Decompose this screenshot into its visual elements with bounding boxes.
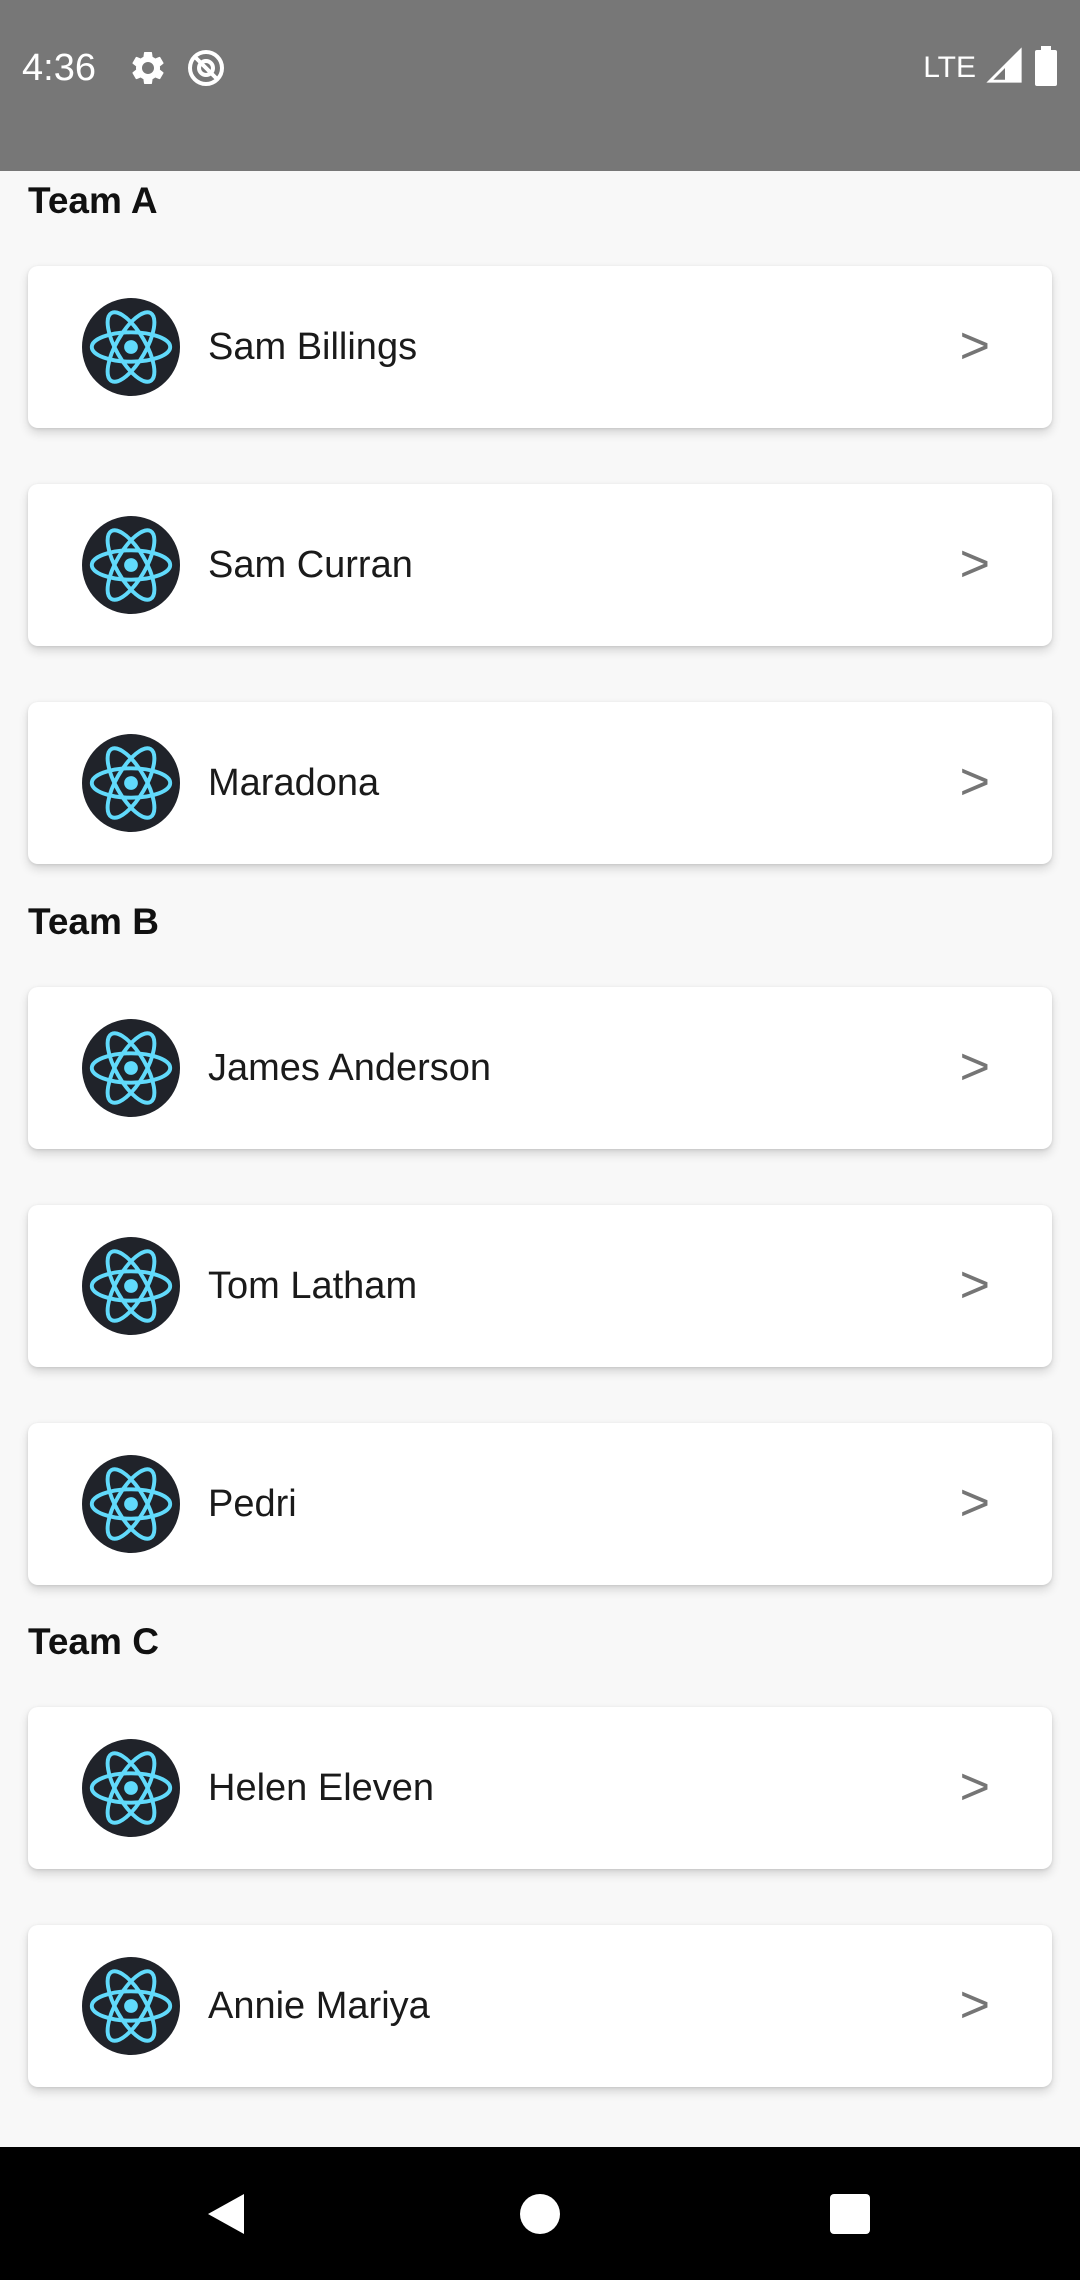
- chevron-right-icon: >: [959, 1038, 990, 1096]
- do-not-disturb-icon: [186, 48, 226, 88]
- back-button[interactable]: [146, 2147, 306, 2280]
- person-name: Sam Billings: [208, 326, 418, 368]
- list-item[interactable]: James Anderson >: [28, 987, 1052, 1149]
- section-title-team-a: Team A: [28, 180, 158, 221]
- chevron-right-icon: >: [959, 535, 990, 593]
- chevron-right-icon: >: [959, 317, 990, 375]
- person-name: Tom Latham: [208, 1265, 418, 1307]
- back-icon: [208, 2193, 244, 2234]
- list-item[interactable]: Maradona >: [28, 702, 1052, 864]
- chevron-right-icon: >: [959, 753, 990, 811]
- navigation-bar: [0, 2147, 1080, 2280]
- person-name: Helen Eleven: [208, 1767, 435, 1809]
- react-logo-icon: [82, 298, 180, 396]
- signal-icon: [986, 46, 1024, 90]
- list-item[interactable]: Tom Latham >: [28, 1205, 1052, 1367]
- chevron-right-icon: >: [959, 1758, 990, 1816]
- gear-icon: [128, 48, 168, 88]
- section-title-team-c: Team C: [28, 1621, 159, 1662]
- recents-icon: [830, 2193, 870, 2234]
- chevron-right-icon: >: [959, 1256, 990, 1314]
- list-item[interactable]: Sam Curran >: [28, 484, 1052, 646]
- status-time: 4:36: [22, 47, 96, 89]
- list-item[interactable]: Pedri >: [28, 1423, 1052, 1585]
- section-title-team-b: Team B: [28, 901, 159, 942]
- react-logo-icon: [82, 1739, 180, 1837]
- status-right-group: LTE: [923, 45, 1058, 91]
- chevron-right-icon: >: [959, 1474, 990, 1532]
- react-logo-icon: [82, 1237, 180, 1335]
- react-logo-icon: [82, 516, 180, 614]
- react-logo-icon: [82, 1019, 180, 1117]
- home-icon: [520, 2193, 560, 2234]
- network-type: LTE: [923, 51, 976, 84]
- react-logo-icon: [82, 734, 180, 832]
- status-bar: 4:36 LTE: [0, 0, 1080, 171]
- react-logo-icon: [82, 1957, 180, 2055]
- person-name: Sam Curran: [208, 544, 413, 586]
- person-name: Pedri: [208, 1483, 297, 1525]
- team-list[interactable]: Team A Sam Billings > Sam Curran > Marad…: [0, 171, 1080, 2147]
- battery-icon: [1034, 45, 1058, 91]
- person-name: Annie Mariya: [208, 1985, 430, 2027]
- person-name: Maradona: [208, 762, 380, 804]
- person-name: James Anderson: [208, 1047, 492, 1089]
- chevron-right-icon: >: [959, 1976, 990, 2034]
- list-item[interactable]: Annie Mariya >: [28, 1925, 1052, 2087]
- list-item[interactable]: Sam Billings >: [28, 266, 1052, 428]
- list-item[interactable]: Helen Eleven >: [28, 1707, 1052, 1869]
- home-button[interactable]: [460, 2147, 620, 2280]
- react-logo-icon: [82, 1455, 180, 1553]
- recents-button[interactable]: [770, 2147, 930, 2280]
